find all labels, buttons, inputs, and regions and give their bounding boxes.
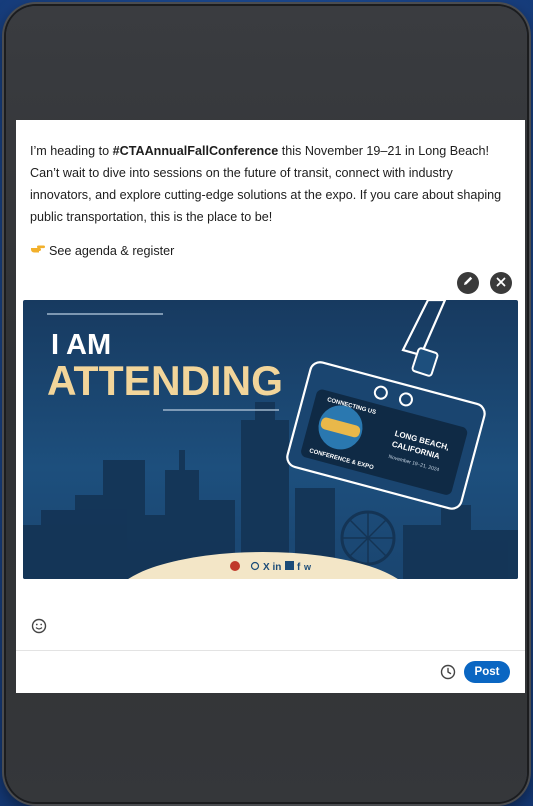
svg-text:w: w — [303, 562, 312, 572]
attached-image[interactable]: I AM ATTENDING CONNECTING US CONFERENCE … — [23, 300, 518, 579]
remove-image-button[interactable] — [490, 272, 512, 294]
close-icon — [496, 274, 506, 292]
emoji-button[interactable] — [31, 618, 47, 639]
post-text-start: I’m heading to — [30, 144, 113, 158]
agenda-line: See agenda & register — [30, 243, 174, 258]
headline-line2: ATTENDING — [47, 357, 283, 404]
edit-image-button[interactable] — [457, 272, 479, 294]
edit-icon — [462, 274, 474, 292]
svg-text:X in: X in — [263, 562, 281, 573]
post-composer: I’m heading to #CTAAnnualFallConference … — [16, 120, 525, 693]
post-body[interactable]: I’m heading to #CTAAnnualFallConference … — [30, 140, 510, 228]
hashtag-link[interactable]: #CTAAnnualFallConference — [113, 144, 279, 158]
clock-icon — [440, 664, 456, 684]
emoji-icon — [31, 618, 47, 638]
composer-divider — [16, 650, 525, 651]
post-button[interactable]: Post — [464, 661, 510, 683]
pointing-hand-icon — [30, 243, 46, 258]
schedule-button[interactable] — [440, 664, 456, 685]
attending-banner: I AM ATTENDING CONNECTING US CONFERENCE … — [23, 300, 518, 579]
agenda-link[interactable]: See agenda & register — [49, 244, 174, 258]
